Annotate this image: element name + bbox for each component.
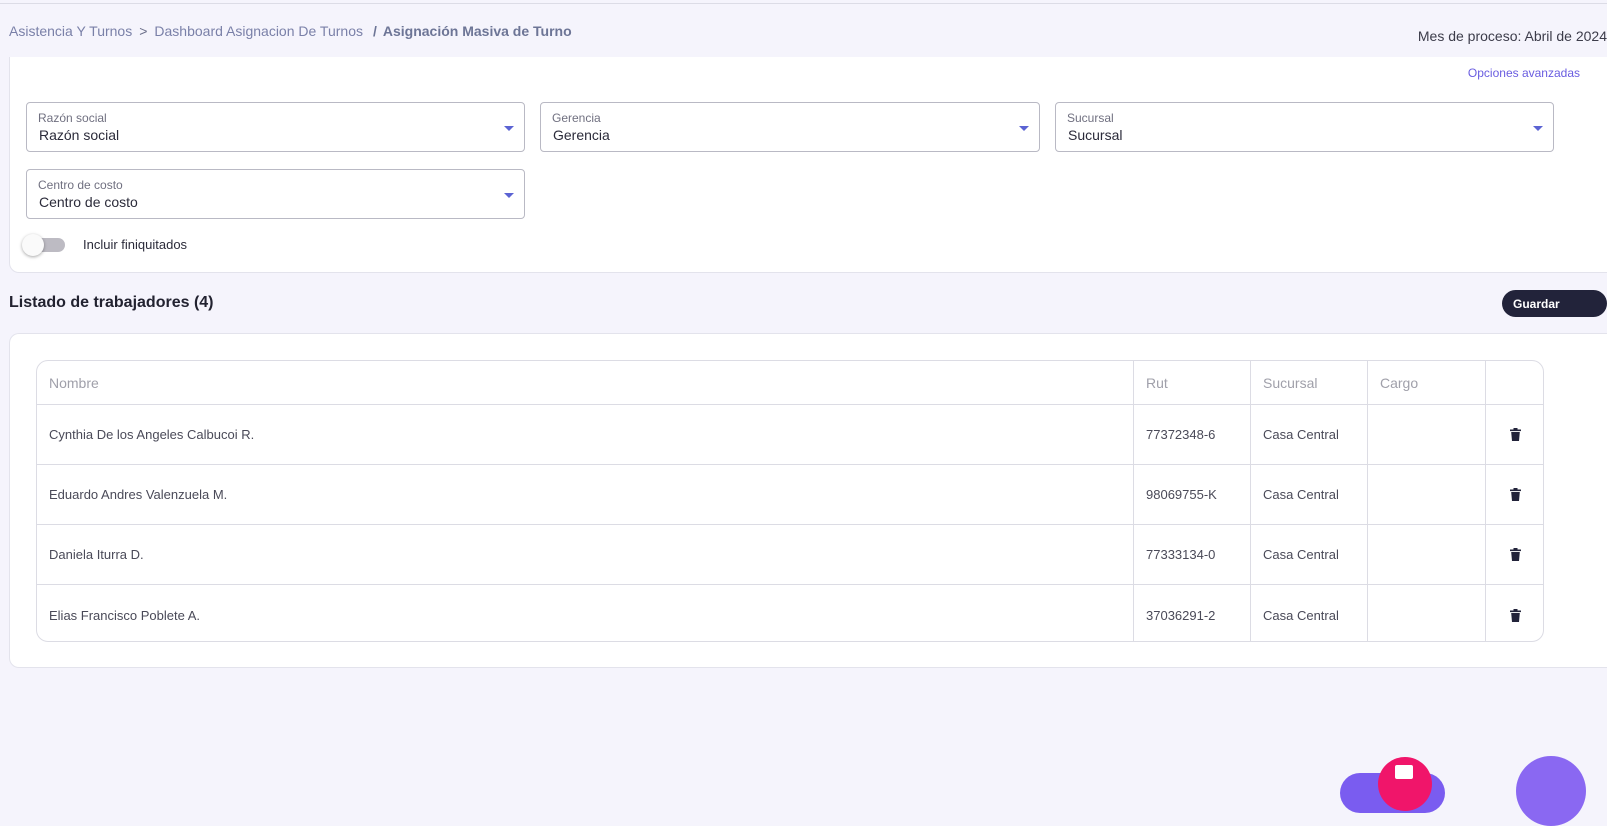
trash-icon	[1510, 428, 1521, 441]
process-month: Mes de proceso: Abril de 2024	[1417, 28, 1607, 44]
floating-help-button[interactable]	[1516, 756, 1586, 826]
column-header-nombre: Nombre	[37, 361, 1134, 404]
breadcrumb: Asistencia Y Turnos > Dashboard Asignaci…	[9, 23, 572, 39]
breadcrumb-separator: /	[372, 23, 377, 39]
cell-nombre: Daniela Iturra D.	[37, 525, 1134, 584]
breadcrumb-asistencia[interactable]: Asistencia Y Turnos	[9, 23, 132, 39]
trash-icon	[1510, 488, 1521, 501]
top-divider	[0, 3, 1607, 4]
razon-social-label: Razón social	[38, 111, 107, 125]
delete-row-button[interactable]	[1486, 465, 1543, 524]
filters-panel: Opciones avanzadas Razón social Razón so…	[9, 57, 1607, 273]
cell-rut: 37036291-2	[1134, 585, 1251, 641]
cell-nombre: Cynthia De los Angeles Calbucoi R.	[37, 405, 1134, 464]
delete-row-button[interactable]	[1486, 525, 1543, 584]
workers-card: Nombre Rut Sucursal Cargo Cynthia De los…	[9, 333, 1607, 668]
column-header-sucursal: Sucursal	[1251, 361, 1368, 404]
cell-nombre: Elias Francisco Poblete A.	[37, 585, 1134, 641]
centro-costo-value: Centro de costo	[39, 194, 138, 210]
cell-cargo	[1368, 525, 1486, 584]
toggle-knob	[22, 234, 44, 256]
cell-sucursal: Casa Central	[1251, 525, 1368, 584]
trash-icon	[1510, 548, 1521, 561]
cell-rut: 77372348-6	[1134, 405, 1251, 464]
gerencia-select[interactable]: Gerencia Gerencia	[540, 102, 1040, 152]
cell-rut: 98069755-K	[1134, 465, 1251, 524]
table-row: Cynthia De los Angeles Calbucoi R. 77372…	[37, 405, 1543, 465]
breadcrumb-separator: >	[139, 23, 148, 39]
gerencia-label: Gerencia	[552, 111, 601, 125]
sucursal-label: Sucursal	[1067, 111, 1114, 125]
sucursal-value: Sucursal	[1068, 127, 1123, 143]
table-row: Daniela Iturra D. 77333134-0 Casa Centra…	[37, 525, 1543, 585]
centro-costo-select[interactable]: Centro de costo Centro de costo	[26, 169, 525, 219]
gerencia-value: Gerencia	[553, 127, 610, 143]
floating-clipboard-button[interactable]	[1378, 757, 1432, 811]
column-header-cargo: Cargo	[1368, 361, 1486, 404]
razon-social-select[interactable]: Razón social Razón social	[26, 102, 525, 152]
caret-down-icon	[504, 126, 514, 131]
centro-costo-label: Centro de costo	[38, 178, 123, 192]
table-row: Elias Francisco Poblete A. 37036291-2 Ca…	[37, 585, 1543, 641]
cell-cargo	[1368, 585, 1486, 641]
razon-social-value: Razón social	[39, 127, 120, 143]
save-button[interactable]: Guardar	[1502, 290, 1607, 317]
cell-sucursal: Casa Central	[1251, 585, 1368, 641]
table-header: Nombre Rut Sucursal Cargo	[37, 361, 1543, 405]
workers-table: Nombre Rut Sucursal Cargo Cynthia De los…	[36, 360, 1544, 642]
advanced-options-link[interactable]: Opciones avanzadas	[1468, 66, 1580, 80]
cell-sucursal: Casa Central	[1251, 465, 1368, 524]
cell-cargo	[1368, 405, 1486, 464]
breadcrumb-dashboard[interactable]: Dashboard Asignacion De Turnos	[154, 23, 363, 39]
workers-list-title: Listado de trabajadores (4)	[9, 294, 214, 311]
caret-down-icon	[504, 193, 514, 198]
table-row: Eduardo Andres Valenzuela M. 98069755-K …	[37, 465, 1543, 525]
cell-rut: 77333134-0	[1134, 525, 1251, 584]
column-header-rut: Rut	[1134, 361, 1251, 404]
sucursal-select[interactable]: Sucursal Sucursal	[1055, 102, 1554, 152]
include-finiquitados-label: Incluir finiquitados	[83, 237, 188, 252]
include-finiquitados-toggle[interactable]	[22, 234, 66, 256]
clipboard-icon	[1395, 765, 1413, 779]
cell-cargo	[1368, 465, 1486, 524]
delete-row-button[interactable]	[1486, 405, 1543, 464]
cell-nombre: Eduardo Andres Valenzuela M.	[37, 465, 1134, 524]
delete-row-button[interactable]	[1486, 585, 1543, 641]
breadcrumb-current: Asignación Masiva de Turno	[382, 23, 572, 39]
column-header-actions	[1486, 361, 1543, 404]
caret-down-icon	[1533, 126, 1543, 131]
trash-icon	[1510, 608, 1521, 622]
caret-down-icon	[1019, 126, 1029, 131]
cell-sucursal: Casa Central	[1251, 405, 1368, 464]
